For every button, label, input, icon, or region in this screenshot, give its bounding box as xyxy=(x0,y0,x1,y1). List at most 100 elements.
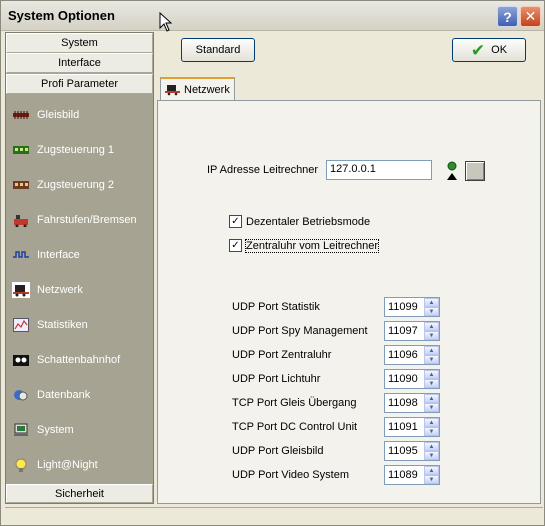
train-control-2-icon xyxy=(12,177,30,193)
nav-item-label: Zugsteuerung 1 xyxy=(37,144,115,156)
nav-item-system[interactable]: System xyxy=(12,418,152,442)
left-navigation: System Interface Profi Parameter Gleisbi… xyxy=(5,32,154,504)
nav-item-label: Schattenbahnhof xyxy=(37,354,121,366)
spin-up-icon[interactable]: ▲ xyxy=(424,322,439,331)
port-value[interactable]: 11089 xyxy=(388,469,418,481)
spin-down-icon[interactable]: ▼ xyxy=(424,307,439,316)
nav-header-system[interactable]: System xyxy=(6,33,153,53)
ip-address-field[interactable]: 127.0.0.1 xyxy=(326,160,432,180)
nav-item-label: Gleisbild xyxy=(37,109,80,121)
nav-item-schattenbahnhof[interactable]: Schattenbahnhof xyxy=(12,348,152,372)
close-button[interactable]: ✕ xyxy=(520,6,541,27)
nav-item-zugsteuerung-2[interactable]: Zugsteuerung 2 xyxy=(12,173,152,197)
nav-header-profi-parameter[interactable]: Profi Parameter xyxy=(6,74,153,94)
spin-up-icon[interactable]: ▲ xyxy=(424,442,439,451)
database-icon xyxy=(12,387,30,403)
port-stepper[interactable]: 11090 ▲ ▼ xyxy=(384,369,440,389)
nav-item-label: Statistiken xyxy=(37,319,88,331)
port-row-spy-management: UDP Port Spy Management 11097 ▲ ▼ xyxy=(232,321,442,341)
spin-down-icon[interactable]: ▼ xyxy=(424,427,439,436)
nav-header-interface[interactable]: Interface xyxy=(6,53,153,73)
nav-item-interface[interactable]: Interface xyxy=(12,243,152,267)
port-stepper[interactable]: 11097 ▲ ▼ xyxy=(384,321,440,341)
ok-button-label: OK xyxy=(491,44,508,56)
checkbox-check-icon: ✓ xyxy=(229,215,242,228)
spin-up-icon[interactable]: ▲ xyxy=(424,370,439,379)
port-label: UDP Port Gleisbild xyxy=(232,445,324,457)
port-label: TCP Port DC Control Unit xyxy=(232,421,358,433)
port-stepper[interactable]: 11095 ▲ ▼ xyxy=(384,441,440,461)
spin-up-icon[interactable]: ▲ xyxy=(424,346,439,355)
zentraluhr-checkbox[interactable]: ✓ Zentraluhr vom Leitrechner xyxy=(229,238,380,253)
nav-item-label: System xyxy=(37,424,74,436)
spin-up-icon[interactable]: ▲ xyxy=(424,298,439,307)
spin-down-icon[interactable]: ▼ xyxy=(424,331,439,340)
system-options-window: System Optionen ? ✕ System Interface Pro… xyxy=(0,0,545,526)
ip-address-label: IP Adresse Leitrechner xyxy=(207,164,319,176)
nav-item-statistiken[interactable]: Statistiken xyxy=(12,313,152,337)
status-bar xyxy=(5,507,543,523)
connect-button[interactable] xyxy=(465,161,485,181)
window-title: System Optionen xyxy=(8,8,115,23)
port-stepper[interactable]: 11098 ▲ ▼ xyxy=(384,393,440,413)
spin-down-icon[interactable]: ▼ xyxy=(424,451,439,460)
port-row-zentraluhr: UDP Port Zentraluhr 11096 ▲ ▼ xyxy=(232,345,442,365)
brake-icon xyxy=(12,212,30,228)
checkbox-check-icon: ✓ xyxy=(229,239,242,252)
options-panel: Standard ✔ OK Netzwerk IP Adresse Leitre… xyxy=(157,32,543,504)
spin-down-icon[interactable]: ▼ xyxy=(424,355,439,364)
port-row-gleisbild: UDP Port Gleisbild 11095 ▲ ▼ xyxy=(232,441,442,461)
checkmark-icon: ✔ xyxy=(470,40,486,60)
port-label: UDP Port Zentraluhr xyxy=(232,349,332,361)
nav-item-label: Light@Night xyxy=(37,459,98,471)
port-row-lichtuhr: UDP Port Lichtuhr 11090 ▲ ▼ xyxy=(232,369,442,389)
shadow-station-icon xyxy=(12,352,30,368)
port-stepper[interactable]: 11091 ▲ ▼ xyxy=(384,417,440,437)
port-label: UDP Port Statistik xyxy=(232,301,320,313)
port-label: TCP Port Gleis Übergang xyxy=(232,397,357,409)
network-icon xyxy=(165,84,180,96)
port-stepper[interactable]: 11096 ▲ ▼ xyxy=(384,345,440,365)
spin-down-icon[interactable]: ▼ xyxy=(424,475,439,484)
nav-item-label: Netzwerk xyxy=(37,284,83,296)
standard-button[interactable]: Standard xyxy=(181,38,255,62)
port-value[interactable]: 11095 xyxy=(388,445,418,457)
port-label: UDP Port Spy Management xyxy=(232,325,368,337)
port-value[interactable]: 11091 xyxy=(388,421,418,433)
tab-netzwerk[interactable]: Netzwerk xyxy=(160,77,235,101)
nav-item-label: Zugsteuerung 2 xyxy=(37,179,115,191)
port-stepper[interactable]: 11099 ▲ ▼ xyxy=(384,297,440,317)
nav-item-datenbank[interactable]: Datenbank xyxy=(12,383,152,407)
ok-button[interactable]: ✔ OK xyxy=(452,38,526,62)
tab-label: Netzwerk xyxy=(184,84,230,96)
question-icon: ? xyxy=(503,8,512,25)
zentraluhr-label: Zentraluhr vom Leitrechner xyxy=(244,238,380,253)
port-value[interactable]: 11090 xyxy=(388,373,418,385)
port-value[interactable]: 11099 xyxy=(388,301,418,313)
port-value[interactable]: 11097 xyxy=(388,325,418,337)
port-row-video-system: UDP Port Video System 11089 ▲ ▼ xyxy=(232,465,442,485)
nav-item-light-at-night[interactable]: Light@Night xyxy=(12,453,152,477)
port-stepper[interactable]: 11089 ▲ ▼ xyxy=(384,465,440,485)
port-value[interactable]: 11096 xyxy=(388,349,418,361)
port-value[interactable]: 11098 xyxy=(388,397,418,409)
interface-icon xyxy=(12,247,30,263)
nav-item-label: Datenbank xyxy=(37,389,91,401)
help-button[interactable]: ? xyxy=(497,6,518,27)
spin-up-icon[interactable]: ▲ xyxy=(424,394,439,403)
computer-icon xyxy=(12,422,30,438)
stats-icon xyxy=(12,317,30,333)
nav-item-netzwerk[interactable]: Netzwerk xyxy=(12,278,152,302)
spin-up-icon[interactable]: ▲ xyxy=(424,466,439,475)
title-bar[interactable]: System Optionen ? ✕ xyxy=(1,1,544,32)
port-row-statistik: UDP Port Statistik 11099 ▲ ▼ xyxy=(232,297,442,317)
spin-up-icon[interactable]: ▲ xyxy=(424,418,439,427)
nav-item-fahrstufen-bremsen[interactable]: Fahrstufen/Bremsen xyxy=(12,208,152,232)
spin-down-icon[interactable]: ▼ xyxy=(424,403,439,412)
nav-item-gleisbild[interactable]: Gleisbild xyxy=(12,103,152,127)
nav-item-zugsteuerung-1[interactable]: Zugsteuerung 1 xyxy=(12,138,152,162)
dezentral-label: Dezentaler Betriebsmode xyxy=(246,215,371,228)
dezentral-checkbox[interactable]: ✓ Dezentaler Betriebsmode xyxy=(229,215,370,228)
spin-down-icon[interactable]: ▼ xyxy=(424,379,439,388)
nav-footer-sicherheit[interactable]: Sicherheit xyxy=(6,484,153,503)
